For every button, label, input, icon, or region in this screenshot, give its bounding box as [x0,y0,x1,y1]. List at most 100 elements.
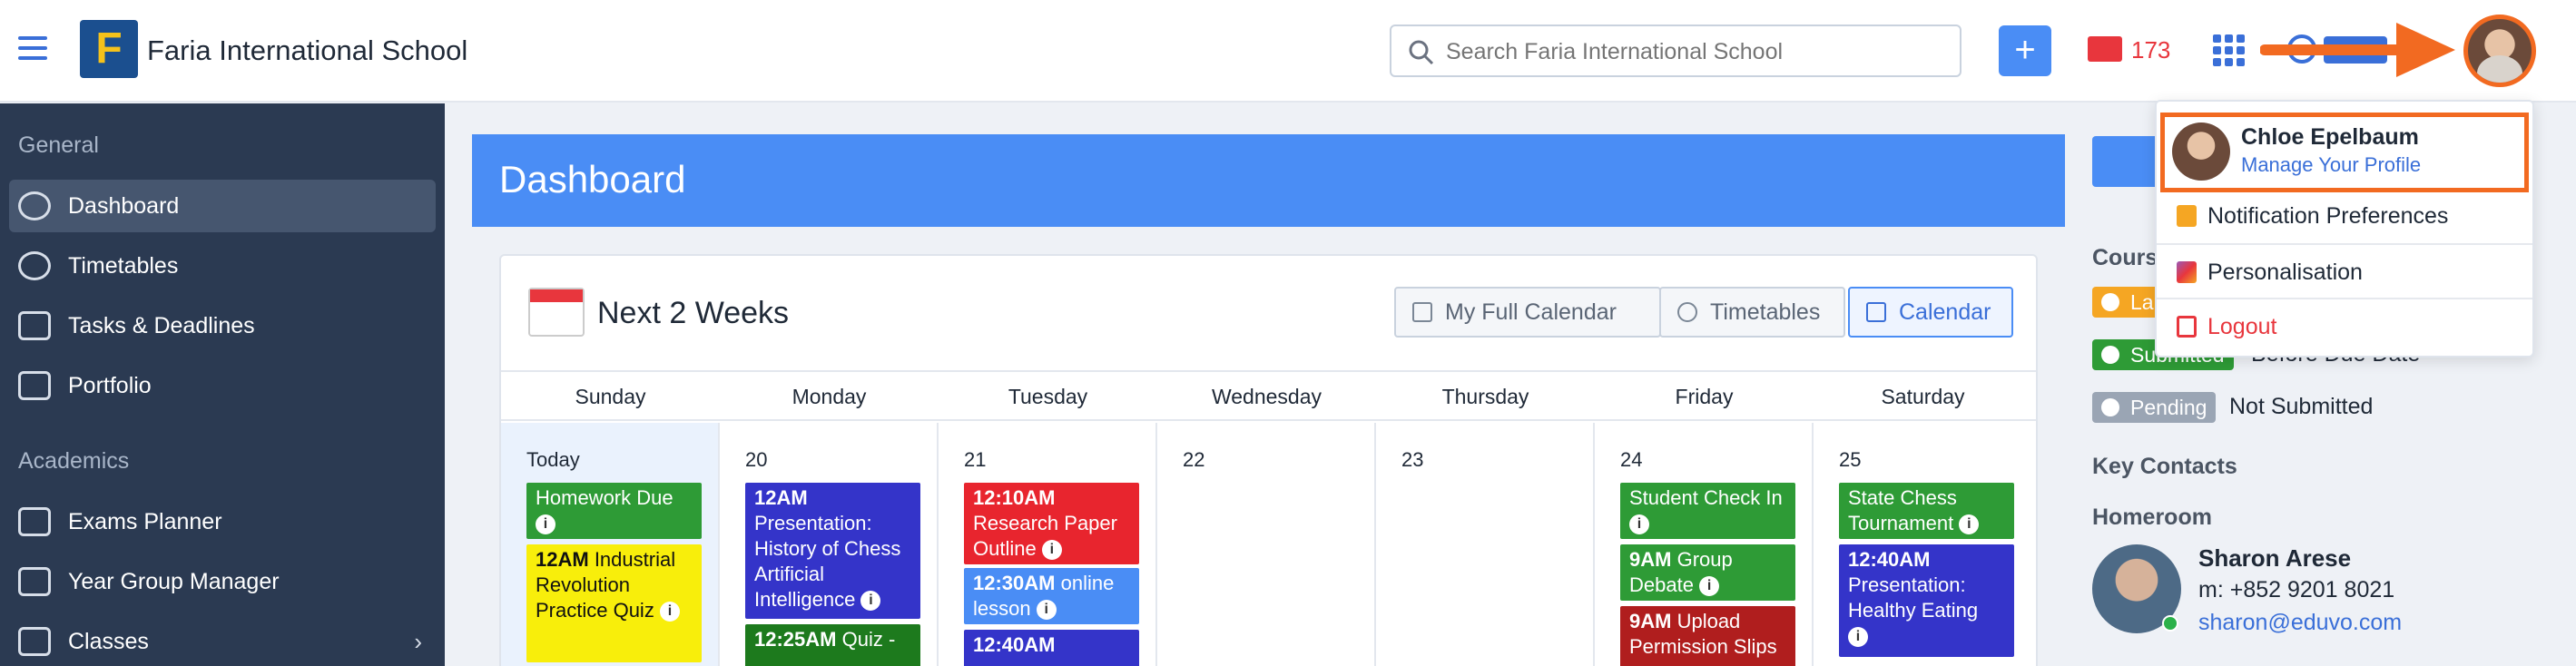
briefcase-icon [18,371,51,400]
info-icon[interactable]: i [659,602,680,622]
day-number: 21 [964,448,987,471]
info-icon[interactable]: i [1848,627,1868,648]
sidebar: General Dashboard Timetables Tasks & Dea… [0,103,445,666]
info-icon[interactable]: i [536,514,556,535]
info-icon[interactable]: i [1041,540,1062,561]
day-header: Saturday [1881,385,1965,408]
day-number: 23 [1401,448,1424,471]
sidebar-item-year-group-manager[interactable]: Year Group Manager [9,555,436,608]
day-header: Tuesday [1008,385,1088,408]
clock-icon [1677,302,1697,322]
sidebar-item-portfolio[interactable]: Portfolio [9,359,436,412]
next-two-weeks-panel: Next 2 Weeks My Full Calendar Timetables… [499,254,2038,666]
button-label: Calendar [1899,299,1991,325]
mail-count[interactable]: 173 [2131,36,2170,64]
courses-heading: Cours [2092,245,2158,270]
menu-item-notification-preferences[interactable]: Notification Preferences [2157,189,2532,241]
day-cell-tuesday[interactable]: 21 12:10AM Research Paper Outline i 12:3… [939,423,1157,666]
profile-name: Chloe Epelbaum [2241,124,2419,150]
top-bar: F Faria International School + 173 [0,0,2576,103]
profile-dropdown: Chloe Epelbaum Manage Your Profile Notif… [2155,100,2534,357]
event-time: 12:30AM [973,572,1056,594]
event-time: 12:40AM [1848,548,1931,571]
calendar-event[interactable]: Student Check In i [1620,483,1795,539]
annotation-arrow-icon [2260,23,2455,77]
event-time: 12AM [754,486,808,509]
sidebar-item-tasks[interactable]: Tasks & Deadlines [9,299,436,352]
day-number: 20 [745,448,768,471]
contact-email-link[interactable]: sharon@eduvo.com [2198,610,2402,636]
info-icon[interactable]: i [1959,514,1980,535]
day-header: Sunday [575,385,646,408]
dashboard-header: Dashboard [472,134,2065,227]
calendar-event[interactable]: 12:10AM Research Paper Outline i [964,483,1139,564]
menu-item-logout[interactable]: Logout [2157,298,2532,350]
sidebar-item-label: Portfolio [68,373,152,398]
button-label: Timetables [1710,299,1821,325]
calendar-event[interactable]: Homework Due i [526,483,702,539]
logout-icon [2177,316,2197,338]
calendar-event[interactable]: 9AM Upload Permission Slips [1620,606,1795,666]
calendar-button[interactable]: Calendar [1848,287,2013,338]
day-cell-saturday[interactable]: 25 State Chess Tournament i 12:40AM Pres… [1814,423,2032,666]
profile-summary[interactable]: Chloe Epelbaum Manage Your Profile [2160,113,2529,192]
calendar-event[interactable]: 12:30AM online lesson i [964,568,1139,624]
event-title: Homework Due [536,486,673,509]
mail-icon[interactable] [2088,36,2122,62]
day-header: Thursday [1441,385,1529,408]
manage-profile-link[interactable]: Manage Your Profile [2241,153,2421,177]
event-time: 12AM [536,548,589,571]
sidebar-item-exams-planner[interactable]: Exams Planner [9,495,436,548]
day-cell-monday[interactable]: 20 12AM Presentation: History of Chess A… [720,423,939,666]
calendar-event[interactable]: State Chess Tournament i [1839,483,2014,539]
day-number: Today [526,448,580,471]
button-label: My Full Calendar [1445,299,1617,325]
exams-icon [18,507,51,536]
info-icon[interactable]: i [1036,600,1057,621]
calendar-event[interactable]: 12:40AM [964,630,1139,666]
add-button[interactable]: + [1999,25,2051,76]
school-logo[interactable]: F [80,20,138,78]
main-content: Dashboard Next 2 Weeks My Full Calendar … [472,134,2065,666]
menu-item-label: Notification Preferences [2207,203,2449,229]
sidebar-item-label: Exams Planner [68,509,222,534]
timetables-button[interactable]: Timetables [1659,287,1845,338]
search-box[interactable] [1390,24,1961,77]
event-time: 9AM [1629,610,1672,632]
day-cell-friday[interactable]: 24 Student Check In i 9AM Group Debate i… [1595,423,1814,666]
sidebar-item-label: Year Group Manager [68,569,280,594]
menu-icon[interactable] [18,36,47,60]
sidebar-item-timetables[interactable]: Timetables [9,240,436,292]
panel-title: Next 2 Weeks [597,296,790,330]
user-avatar[interactable] [2463,15,2536,87]
search-input[interactable] [1446,35,1945,68]
calendar-event[interactable]: 12AM Presentation: History of Chess Arti… [745,483,920,619]
menu-item-personalisation[interactable]: Personalisation [2157,243,2532,296]
sidebar-item-classes[interactable]: Classes › [9,615,436,666]
sidebar-item-label: Tasks & Deadlines [68,313,255,338]
event-title: Presentation: Healthy Eating [1848,573,1979,622]
sidebar-item-dashboard[interactable]: Dashboard [9,180,436,232]
check-icon [2101,346,2119,364]
info-icon[interactable]: i [1629,514,1649,535]
event-time: 12:25AM [754,628,837,651]
calendar-event[interactable]: 12:40AM Presentation: Healthy Eating i [1839,544,2014,657]
day-cell-sunday[interactable]: Today Homework Due i 12AM Industrial Rev… [501,423,720,666]
sidebar-section-general: General [18,132,99,158]
day-header: Friday [1675,385,1734,408]
day-cell-thursday[interactable]: 23 [1376,423,1595,666]
event-title: State Chess Tournament [1848,486,1957,534]
event-title: Student Check In [1629,486,1783,509]
school-name[interactable]: Faria International School [147,34,467,67]
menu-item-label: Logout [2207,314,2277,339]
my-full-calendar-button[interactable]: My Full Calendar [1394,287,1661,338]
status-description: Not Submitted [2229,394,2374,419]
apps-grid-icon[interactable] [2213,34,2246,67]
sidebar-item-label: Classes [68,629,149,654]
day-cell-wednesday[interactable]: 22 [1157,423,1376,666]
info-icon[interactable]: i [1699,576,1720,597]
calendar-event[interactable]: 12AM Industrial Revolution Practice Quiz… [526,544,702,662]
info-icon[interactable]: i [860,591,881,612]
calendar-event[interactable]: 9AM Group Debate i [1620,544,1795,601]
calendar-event[interactable]: 12:25AM Quiz - [745,624,920,666]
